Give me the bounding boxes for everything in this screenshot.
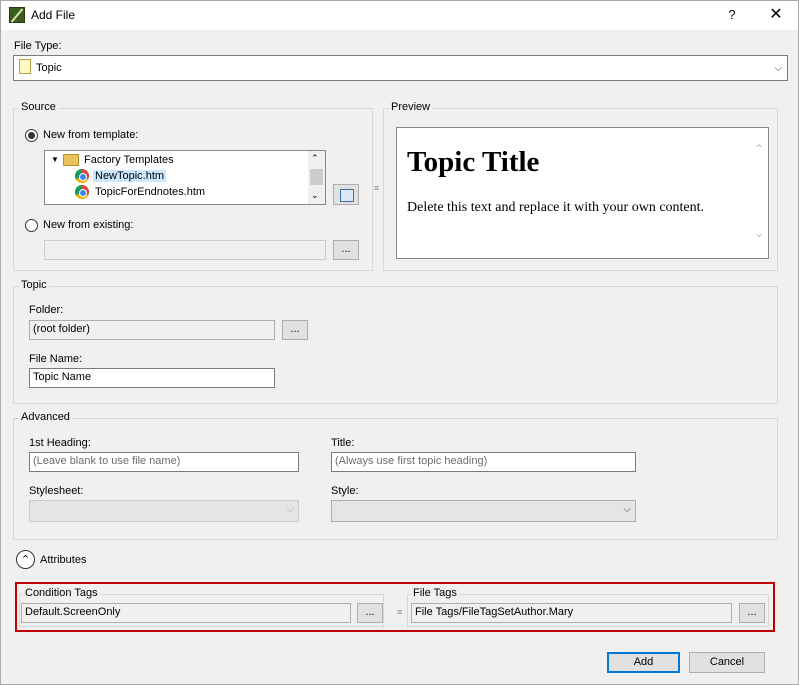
file-tags-title: File Tags bbox=[411, 587, 459, 599]
first-heading-input[interactable]: (Leave blank to use file name) bbox=[29, 452, 299, 472]
new-from-template-radio[interactable] bbox=[25, 129, 38, 142]
preview-body-text: Delete this text and replace it with you… bbox=[407, 200, 705, 215]
file-name-label: File Name: bbox=[29, 353, 83, 365]
browser-file-icon bbox=[75, 185, 89, 200]
first-heading-label: 1st Heading: bbox=[29, 437, 91, 449]
cancel-button[interactable]: Cancel bbox=[689, 652, 765, 673]
advanced-group-title: Advanced bbox=[19, 411, 72, 423]
existing-browse-button[interactable]: ... bbox=[333, 240, 359, 260]
dialog-title: Add File bbox=[31, 8, 76, 22]
preview-scroll-up-icon[interactable]: ⌃ bbox=[754, 142, 764, 157]
attributes-toggle-label[interactable]: Attributes bbox=[40, 554, 86, 566]
browser-file-icon bbox=[75, 169, 89, 184]
tree-item-newtopic[interactable]: NewTopic.htm bbox=[75, 168, 167, 184]
style-label: Style: bbox=[331, 485, 359, 497]
folder-icon bbox=[63, 154, 79, 167]
condition-tags-title: Condition Tags bbox=[23, 587, 100, 599]
file-type-label: File Type: bbox=[14, 40, 62, 52]
scroll-down-icon[interactable]: ⌄ bbox=[311, 190, 319, 201]
title-bar: Add File ? ✕ bbox=[1, 1, 798, 30]
new-from-existing-label: New from existing: bbox=[43, 219, 134, 231]
tree-collapse-icon[interactable]: ▼ bbox=[51, 155, 60, 164]
scroll-up-icon[interactable]: ⌃ bbox=[311, 153, 319, 164]
folder-label: Folder: bbox=[29, 304, 64, 316]
splitter-handle[interactable]: ≡ bbox=[374, 183, 379, 193]
folder-field: (root folder) bbox=[29, 320, 275, 340]
chevron-down-icon: ⌵ bbox=[623, 504, 631, 515]
preview-group-title: Preview bbox=[389, 101, 433, 113]
preview-pane: Topic Title Delete this text and replace… bbox=[396, 127, 769, 259]
source-group-title: Source bbox=[19, 101, 58, 113]
template-picker-button[interactable] bbox=[333, 184, 359, 205]
preview-scroll-down-icon[interactable]: ⌄ bbox=[754, 226, 764, 241]
chevron-down-icon: ⌵ bbox=[774, 63, 782, 74]
stylesheet-label: Stylesheet: bbox=[29, 485, 84, 497]
topic-group-title: Topic bbox=[19, 279, 49, 291]
condition-tags-browse-button[interactable]: ... bbox=[357, 603, 383, 623]
tree-item-factory-templates[interactable]: Factory Templates bbox=[63, 152, 176, 168]
file-tags-browse-button[interactable]: ... bbox=[739, 603, 765, 623]
stylesheet-dropdown: ⌵ bbox=[29, 500, 299, 522]
template-picker-icon bbox=[340, 189, 354, 202]
file-type-dropdown[interactable]: Topic ⌵ bbox=[13, 55, 788, 81]
existing-file-field bbox=[44, 240, 326, 260]
topic-doc-icon bbox=[19, 59, 31, 74]
condition-tags-field: Default.ScreenOnly bbox=[21, 603, 351, 623]
file-tags-field: File Tags/FileTagSetAuthor.Mary bbox=[411, 603, 732, 623]
template-tree[interactable]: ▼ Factory Templates NewTopic.htm TopicFo… bbox=[44, 150, 326, 205]
new-from-existing-radio[interactable] bbox=[25, 219, 38, 232]
scroll-thumb[interactable] bbox=[310, 169, 323, 185]
collapse-up-icon[interactable]: ⌃ bbox=[16, 550, 35, 569]
folder-browse-button[interactable]: ... bbox=[282, 320, 308, 340]
new-from-template-label: New from template: bbox=[43, 129, 139, 141]
title-label: Title: bbox=[331, 437, 355, 449]
app-logo-icon bbox=[9, 7, 25, 23]
add-file-dialog: Add File ? ✕ File Type: Topic ⌵ Source N… bbox=[0, 0, 799, 685]
help-button[interactable]: ? bbox=[721, 4, 743, 26]
file-name-input[interactable]: Topic Name bbox=[29, 368, 275, 388]
file-type-value: Topic bbox=[36, 62, 62, 74]
close-button[interactable]: ✕ bbox=[763, 4, 789, 26]
tree-scrollbar[interactable]: ⌃ ⌄ bbox=[308, 151, 325, 204]
preview-heading: Topic Title bbox=[407, 146, 540, 178]
tree-item-topicforendnotes[interactable]: TopicForEndnotes.htm bbox=[75, 184, 207, 200]
style-dropdown[interactable]: ⌵ bbox=[331, 500, 636, 522]
add-button[interactable]: Add bbox=[607, 652, 680, 673]
title-input[interactable]: (Always use first topic heading) bbox=[331, 452, 636, 472]
attributes-splitter-handle[interactable]: ≡ bbox=[397, 607, 402, 617]
chevron-down-icon: ⌵ bbox=[286, 504, 294, 515]
